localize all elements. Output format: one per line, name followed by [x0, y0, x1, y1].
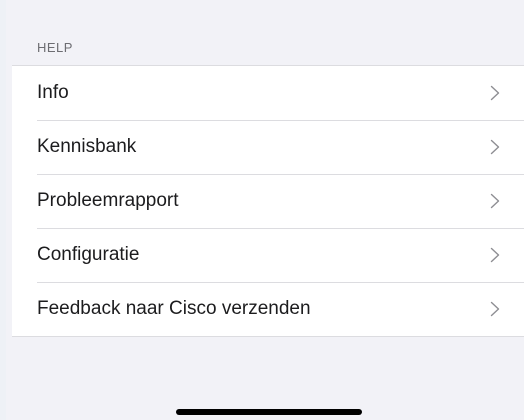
chevron-right-icon: [490, 193, 500, 209]
list-item-probleemrapport[interactable]: Probleemrapport: [12, 174, 524, 228]
section-header-help: HELP: [37, 40, 73, 55]
left-edge-strip: [0, 0, 6, 420]
list-item-label: Probleemrapport: [37, 190, 179, 211]
list-item-label: Kennisbank: [37, 136, 137, 157]
chevron-right-icon: [490, 85, 500, 101]
list-item-kennisbank[interactable]: Kennisbank: [12, 120, 524, 174]
list-item-label: Configuratie: [37, 244, 140, 265]
help-list: Info Kennisbank Probleemrapport Configur…: [12, 65, 524, 337]
chevron-right-icon: [490, 247, 500, 263]
list-item-label: Feedback naar Cisco verzenden: [37, 298, 311, 319]
chevron-right-icon: [490, 301, 500, 317]
list-item-feedback[interactable]: Feedback naar Cisco verzenden: [12, 282, 524, 336]
list-item-info[interactable]: Info: [12, 66, 524, 120]
list-item-label: Info: [37, 82, 69, 103]
home-indicator[interactable]: [176, 409, 362, 415]
chevron-right-icon: [490, 139, 500, 155]
list-item-configuratie[interactable]: Configuratie: [12, 228, 524, 282]
